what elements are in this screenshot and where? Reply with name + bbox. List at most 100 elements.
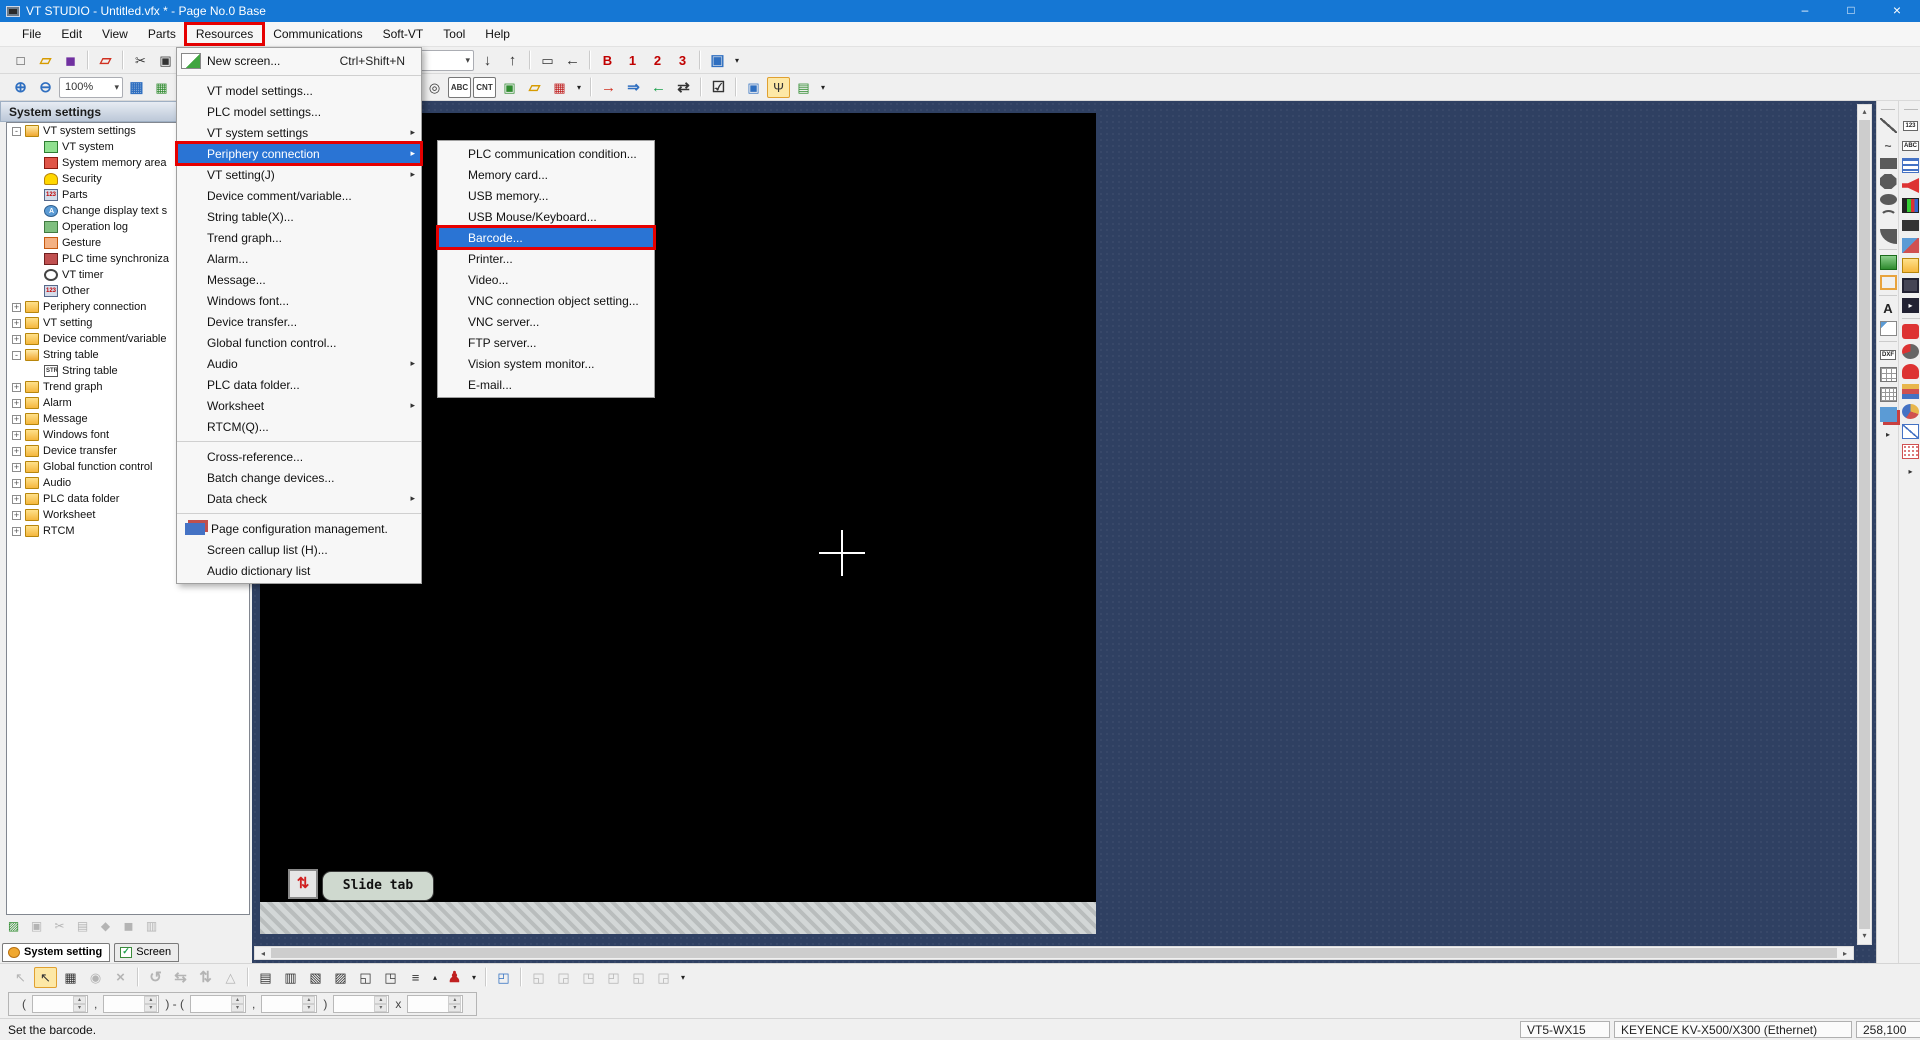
horizontal-scroll-thumb[interactable] bbox=[271, 948, 1837, 958]
device-monitor-button[interactable]: ▤ bbox=[792, 77, 815, 98]
page-layers-button[interactable]: ▣ bbox=[706, 50, 729, 71]
vertical-scrollbar[interactable]: ▴ ▾ bbox=[1857, 104, 1872, 945]
menu-item-device-transfer[interactable]: Device transfer... bbox=[177, 311, 421, 332]
parts-state-button[interactable]: ♟ bbox=[443, 967, 466, 988]
spinner-up-icon[interactable]: ▴ bbox=[374, 996, 387, 1004]
menu-item-audio[interactable]: Audio ▸ bbox=[177, 353, 421, 374]
grid-button[interactable]: ▦ bbox=[125, 77, 148, 98]
transfer-monitor-button[interactable]: ⇒ bbox=[622, 77, 645, 98]
spinner-down-icon[interactable]: ▾ bbox=[73, 1004, 86, 1012]
spinner-up-icon[interactable]: ▴ bbox=[231, 996, 244, 1004]
menu-item-device-comment-variable[interactable]: Device comment/variable... bbox=[177, 185, 421, 206]
device-monitor-dropdown[interactable]: ▾ bbox=[817, 77, 829, 98]
tree-expander[interactable]: + bbox=[12, 431, 21, 440]
more-parts-button[interactable]: ▸ bbox=[1902, 464, 1919, 479]
tree-expander[interactable]: - bbox=[12, 351, 21, 360]
movie-part-button[interactable] bbox=[1902, 218, 1919, 233]
next-screen-button[interactable]: ↓ bbox=[476, 50, 499, 71]
flip-vertical-button[interactable]: ⇅ bbox=[194, 967, 217, 988]
menu-separator[interactable] bbox=[177, 71, 421, 80]
parts-screen-button[interactable]: ▣ bbox=[498, 77, 521, 98]
device-id-button[interactable]: ▦ bbox=[59, 967, 82, 988]
menu-item-batch-change-devices[interactable]: Batch change devices... bbox=[177, 467, 421, 488]
menu-item-vt-system-settings[interactable]: VT system settings ▸ bbox=[177, 122, 421, 143]
submenu-item-usb-memory[interactable]: USB memory... bbox=[438, 185, 654, 206]
transfer-to-vt-button[interactable]: → bbox=[597, 77, 620, 98]
usb-connection-button[interactable]: Ψ bbox=[767, 77, 790, 98]
send-backward-button[interactable]: ▨ bbox=[329, 967, 352, 988]
file-part-button[interactable] bbox=[1902, 258, 1919, 273]
menu-file[interactable]: File bbox=[12, 24, 51, 44]
tree-expander[interactable]: + bbox=[12, 399, 21, 408]
tree-expander[interactable]: + bbox=[12, 335, 21, 344]
menu-item-vt-model-settings[interactable]: VT model settings... bbox=[177, 80, 421, 101]
draw-pie-button[interactable] bbox=[1880, 229, 1897, 244]
memo-button[interactable] bbox=[1880, 321, 1897, 336]
draw-rect-button[interactable] bbox=[1880, 158, 1897, 169]
toolbar-separator[interactable] bbox=[485, 967, 487, 987]
image-button[interactable] bbox=[1880, 255, 1897, 270]
menu-parts[interactable]: Parts bbox=[138, 24, 186, 44]
copy-button[interactable]: ▣ bbox=[26, 917, 47, 936]
meter-part-button[interactable] bbox=[1902, 324, 1919, 339]
flip-horizontal-button[interactable]: ⇆ bbox=[169, 967, 192, 988]
scroll-right-icon[interactable]: ▸ bbox=[1837, 947, 1853, 959]
tab-screen[interactable]: Screen bbox=[114, 943, 179, 962]
bring-to-front-button[interactable]: ▤ bbox=[254, 967, 277, 988]
rotate-point-button[interactable]: ◉ bbox=[84, 967, 107, 988]
frame-button[interactable] bbox=[1880, 275, 1897, 290]
scroll-down-icon[interactable]: ▾ bbox=[1858, 929, 1871, 944]
paste-button[interactable]: ▤ bbox=[72, 917, 93, 936]
select-overlap-button[interactable]: ◱ bbox=[627, 967, 650, 988]
audio-part-button[interactable] bbox=[1902, 178, 1919, 193]
draw-ellipse-button[interactable] bbox=[1880, 194, 1897, 205]
menu-item-audio-dictionary-list[interactable]: Audio dictionary list bbox=[177, 560, 421, 581]
menu-item-periphery-connection[interactable]: Periphery connection ▸ bbox=[177, 143, 421, 164]
spinner-up-icon[interactable]: ▴ bbox=[302, 996, 315, 1004]
table-button[interactable] bbox=[1880, 367, 1897, 382]
tree-expander[interactable]: + bbox=[12, 303, 21, 312]
vertical-scroll-track[interactable] bbox=[1858, 120, 1871, 929]
toolbar-separator[interactable] bbox=[520, 967, 522, 987]
menu-item-plc-model-settings[interactable]: PLC model settings... bbox=[177, 101, 421, 122]
coordinate-spinner[interactable]: ▴ ▾ bbox=[32, 995, 88, 1013]
menu-item-screen-callup-list[interactable]: Screen callup list (H)... bbox=[177, 539, 421, 560]
submenu-item-vnc-connection-object-setting[interactable]: VNC connection object setting... bbox=[438, 290, 654, 311]
toolbar-separator[interactable] bbox=[735, 77, 737, 97]
rail-separator[interactable] bbox=[1879, 341, 1897, 342]
spinner-down-icon[interactable]: ▾ bbox=[231, 1004, 244, 1012]
toolbar-separator[interactable] bbox=[589, 50, 591, 70]
tree-expander[interactable]: + bbox=[12, 383, 21, 392]
coordinate-spinner[interactable]: ▴ ▾ bbox=[333, 995, 389, 1013]
dxf-button[interactable]: DXF bbox=[1880, 347, 1897, 362]
tree-expander[interactable]: + bbox=[12, 319, 21, 328]
coordinate-spinner[interactable]: ▴ ▾ bbox=[190, 995, 246, 1013]
save-button[interactable]: ◼ bbox=[59, 50, 82, 71]
submenu-item-ftp-server[interactable]: FTP server... bbox=[438, 332, 654, 353]
menu-communications[interactable]: Communications bbox=[263, 24, 372, 44]
select-frame-button[interactable]: ◱ bbox=[527, 967, 550, 988]
submenu-item-printer[interactable]: Printer... bbox=[438, 248, 654, 269]
spinner-down-icon[interactable]: ▾ bbox=[448, 1004, 461, 1012]
menu-item-trend-graph[interactable]: Trend graph... bbox=[177, 227, 421, 248]
tree-expander[interactable]: + bbox=[12, 447, 21, 456]
previous-screen-button[interactable]: ↑ bbox=[501, 50, 524, 71]
submenu-item-vision-system-monitor[interactable]: Vision system monitor... bbox=[438, 353, 654, 374]
text-display-button[interactable]: ABC bbox=[1902, 138, 1919, 153]
cut-button[interactable]: ✂ bbox=[49, 917, 70, 936]
menu-item-data-check[interactable]: Data check ▸ bbox=[177, 488, 421, 509]
order-dropdown[interactable]: ▴ bbox=[429, 967, 441, 988]
zoom-combo[interactable]: 100% bbox=[59, 77, 123, 98]
toolbar-separator[interactable] bbox=[87, 50, 89, 70]
toolbar-separator[interactable] bbox=[699, 50, 701, 70]
rail-separator[interactable] bbox=[1902, 318, 1920, 319]
window-screen-1-button[interactable]: 1 bbox=[621, 50, 644, 71]
menu-view[interactable]: View bbox=[92, 24, 138, 44]
back-screen-button[interactable]: ← bbox=[561, 50, 584, 71]
cut-button[interactable]: ✂ bbox=[129, 50, 152, 71]
slide-tab[interactable]: Slide tab bbox=[322, 871, 434, 901]
draw-line-button[interactable] bbox=[1880, 118, 1897, 133]
device-map-button[interactable]: ▦ bbox=[150, 77, 173, 98]
slide-tab-icon[interactable]: ⇅ bbox=[288, 869, 318, 899]
submenu-item-memory-card[interactable]: Memory card... bbox=[438, 164, 654, 185]
